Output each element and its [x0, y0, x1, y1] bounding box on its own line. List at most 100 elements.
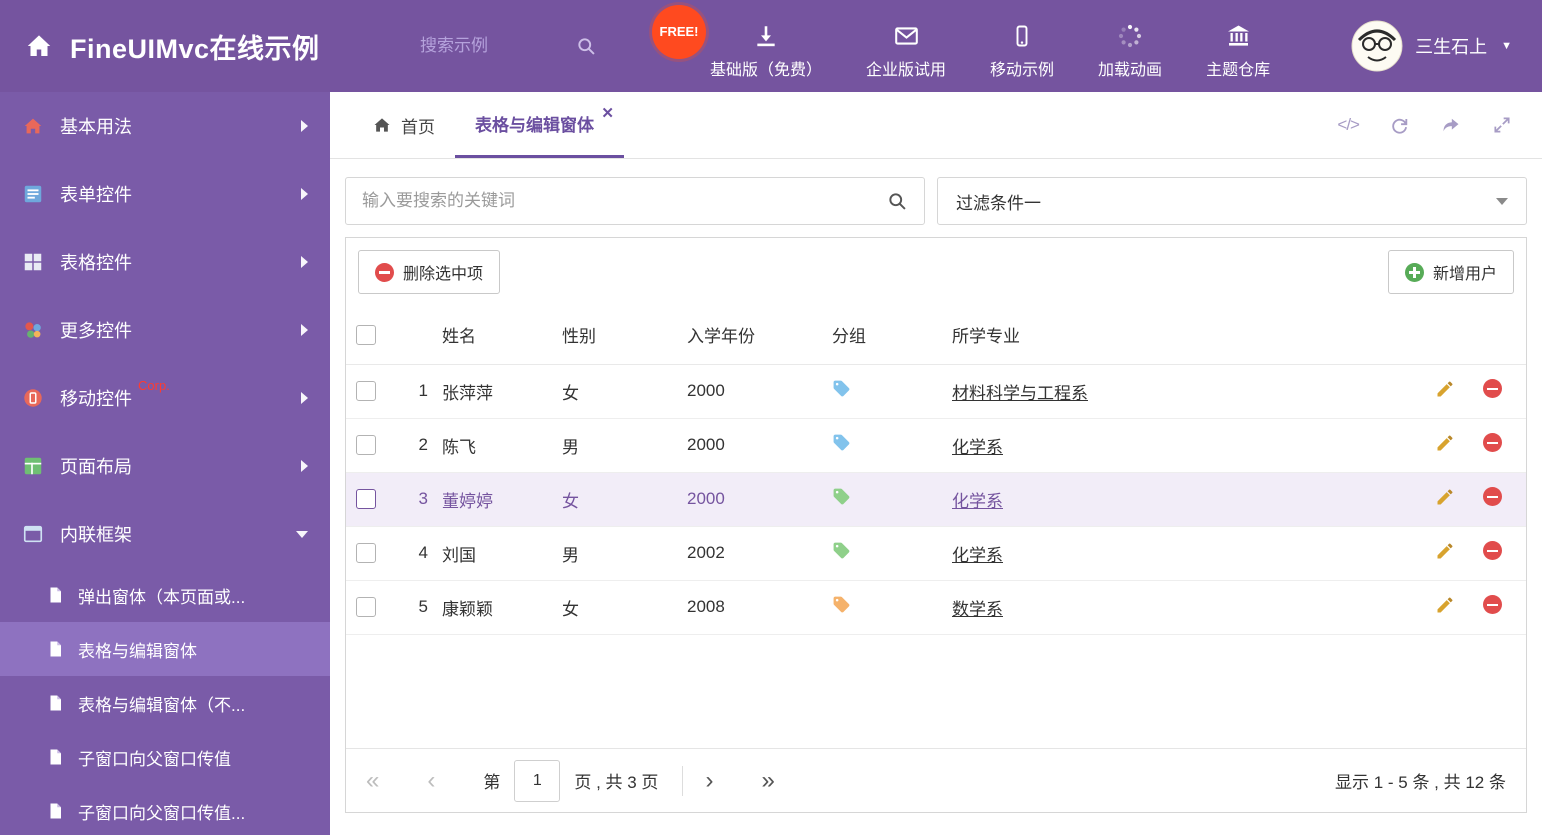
major-link[interactable]: 材料科学与工程系: [952, 384, 1088, 403]
file-icon: [50, 641, 61, 657]
sidebar-item-more-controls[interactable]: 更多控件: [0, 296, 330, 364]
table-row[interactable]: 2 陈飞 男 2000 化学系: [346, 418, 1526, 473]
close-icon[interactable]: ✕: [601, 104, 614, 122]
search-icon[interactable]: [887, 191, 908, 212]
table-icon: [24, 253, 42, 271]
edit-pencil-icon[interactable]: [1435, 379, 1455, 399]
delete-row-icon[interactable]: [1483, 433, 1502, 452]
row-checkbox[interactable]: [356, 435, 376, 455]
edit-pencil-icon[interactable]: [1435, 541, 1455, 561]
main-area: 首页 表格与编辑窗体 ✕ </> 输入要搜索的关键词 过滤条件一 删除选中项 新…: [330, 92, 1542, 835]
plus-circle-icon: [1404, 262, 1424, 282]
table-row[interactable]: 1 张萍萍 女 2000 材料科学与工程系: [346, 364, 1526, 419]
envelope-icon: [894, 26, 918, 45]
select-all-checkbox[interactable]: [356, 324, 376, 345]
search-icon[interactable]: [576, 36, 597, 57]
row-checkbox[interactable]: [356, 597, 376, 617]
first-page-button[interactable]: «: [366, 768, 379, 793]
home-icon: [374, 118, 390, 132]
row-checkbox[interactable]: [356, 381, 376, 401]
delete-selected-button[interactable]: 删除选中项: [358, 250, 501, 294]
column-header-gender[interactable]: 性别: [562, 306, 687, 365]
major-link[interactable]: 化学系: [952, 438, 1003, 457]
nav-label: 主题仓库: [1206, 61, 1271, 79]
share-icon[interactable]: [1440, 115, 1462, 135]
refresh-icon[interactable]: [1389, 115, 1410, 136]
sidebar-subitem-grid-edit-window[interactable]: 表格与编辑窗体: [0, 622, 330, 676]
cell-year: 2000: [687, 364, 832, 419]
column-header-name[interactable]: 姓名: [442, 306, 562, 365]
major-link[interactable]: 化学系: [952, 492, 1003, 511]
sidebar-subitem-child-to-parent[interactable]: 子窗口向父窗口传值: [0, 730, 330, 784]
cell-year: 2000: [687, 472, 832, 527]
header-search-input[interactable]: [420, 36, 550, 56]
nav-item-theme-store[interactable]: 主题仓库: [1206, 13, 1270, 80]
sidebar-item-inline-frame[interactable]: 内联框架: [0, 500, 330, 568]
cell-name: 张萍萍: [442, 364, 562, 419]
tabbar: 首页 表格与编辑窗体 ✕ </>: [330, 92, 1542, 159]
major-link[interactable]: 化学系: [952, 546, 1003, 565]
home-icon[interactable]: [24, 31, 54, 61]
table-row-selected[interactable]: 3 董婷婷 女 2000 化学系: [346, 472, 1526, 527]
last-page-button[interactable]: »: [761, 768, 774, 793]
sidebar-item-form-controls[interactable]: 表单控件: [0, 160, 330, 228]
sidebar-item-page-layout[interactable]: 页面布局: [0, 432, 330, 500]
delete-row-icon[interactable]: [1483, 379, 1502, 398]
phone-icon: [1016, 25, 1028, 46]
file-icon: [50, 695, 61, 711]
sidebar-subitem-popup-window[interactable]: 弹出窗体（本页面或...: [0, 568, 330, 622]
row-checkbox[interactable]: [356, 489, 376, 509]
tab-home[interactable]: 首页: [352, 92, 455, 158]
delete-row-icon[interactable]: [1483, 541, 1502, 560]
corp-badge: Corp.: [138, 378, 170, 393]
tag-icon: [833, 380, 850, 397]
delete-row-icon[interactable]: [1483, 595, 1502, 614]
record-summary: 显示 1 - 5 条 , 共 12 条: [1335, 773, 1506, 792]
nav-item-basic-free[interactable]: FREE! 基础版（免费）: [652, 4, 822, 80]
edit-pencil-icon[interactable]: [1435, 433, 1455, 453]
prev-page-button[interactable]: ‹: [427, 768, 435, 793]
column-header-group[interactable]: 分组: [832, 306, 952, 365]
sidebar-item-basic-usage[interactable]: 基本用法: [0, 92, 330, 160]
row-checkbox[interactable]: [356, 543, 376, 563]
column-header-year[interactable]: 入学年份: [687, 306, 832, 365]
filter-dropdown[interactable]: 过滤条件一: [937, 177, 1527, 225]
add-user-button[interactable]: 新增用户: [1387, 250, 1514, 294]
chevron-right-icon: [301, 120, 308, 132]
page-prefix-label: 第: [483, 773, 501, 792]
page-number-input[interactable]: [514, 759, 561, 802]
tab-grid-edit-window[interactable]: 表格与编辑窗体 ✕: [455, 92, 624, 158]
edit-pencil-icon[interactable]: [1435, 487, 1455, 507]
delete-row-icon[interactable]: [1483, 487, 1502, 506]
table-row[interactable]: 4 刘国 男 2002 化学系: [346, 526, 1526, 581]
nav-item-loading-animation[interactable]: 加载动画: [1098, 13, 1162, 80]
major-link[interactable]: 数学系: [952, 600, 1003, 619]
filter-row: 过滤条件一: [345, 177, 1527, 225]
cell-year: 2008: [687, 580, 832, 635]
sidebar-item-grid-controls[interactable]: 表格控件: [0, 228, 330, 296]
table-row[interactable]: 5 康颖颖 女 2008 数学系: [346, 580, 1526, 635]
row-index: 4: [392, 526, 442, 581]
nav-item-mobile-demo[interactable]: 移动示例: [990, 13, 1054, 80]
fullscreen-icon[interactable]: [1492, 115, 1512, 135]
bank-icon: [1227, 25, 1249, 46]
sidebar-item-mobile-controls[interactable]: 移动控件 Corp.: [0, 364, 330, 432]
sidebar-subitem-label: 表格与编辑窗体: [78, 641, 197, 661]
minus-circle-icon: [375, 262, 394, 282]
chevron-right-icon: [301, 460, 308, 472]
page-content: 过滤条件一 删除选中项 新增用户: [330, 159, 1542, 835]
edit-pencil-icon[interactable]: [1435, 595, 1455, 615]
user-menu[interactable]: 三生石上 ▼: [1351, 20, 1542, 72]
frame-icon: [23, 525, 43, 543]
form-icon: [24, 185, 42, 203]
download-icon: [757, 25, 775, 46]
sidebar-subitem-grid-edit-window-2[interactable]: 表格与编辑窗体（不...: [0, 676, 330, 730]
next-page-button[interactable]: ›: [705, 768, 713, 793]
sidebar-subitem-label: 子窗口向父窗口传值...: [78, 803, 246, 823]
keyword-search-input[interactable]: [362, 191, 887, 211]
view-source-icon[interactable]: </>: [1337, 115, 1360, 135]
tag-icon: [833, 488, 850, 505]
nav-item-enterprise-trial[interactable]: 企业版试用: [866, 13, 946, 80]
sidebar-subitem-child-to-parent-2[interactable]: 子窗口向父窗口传值...: [0, 784, 330, 835]
column-header-major[interactable]: 所学专业: [952, 306, 1396, 365]
